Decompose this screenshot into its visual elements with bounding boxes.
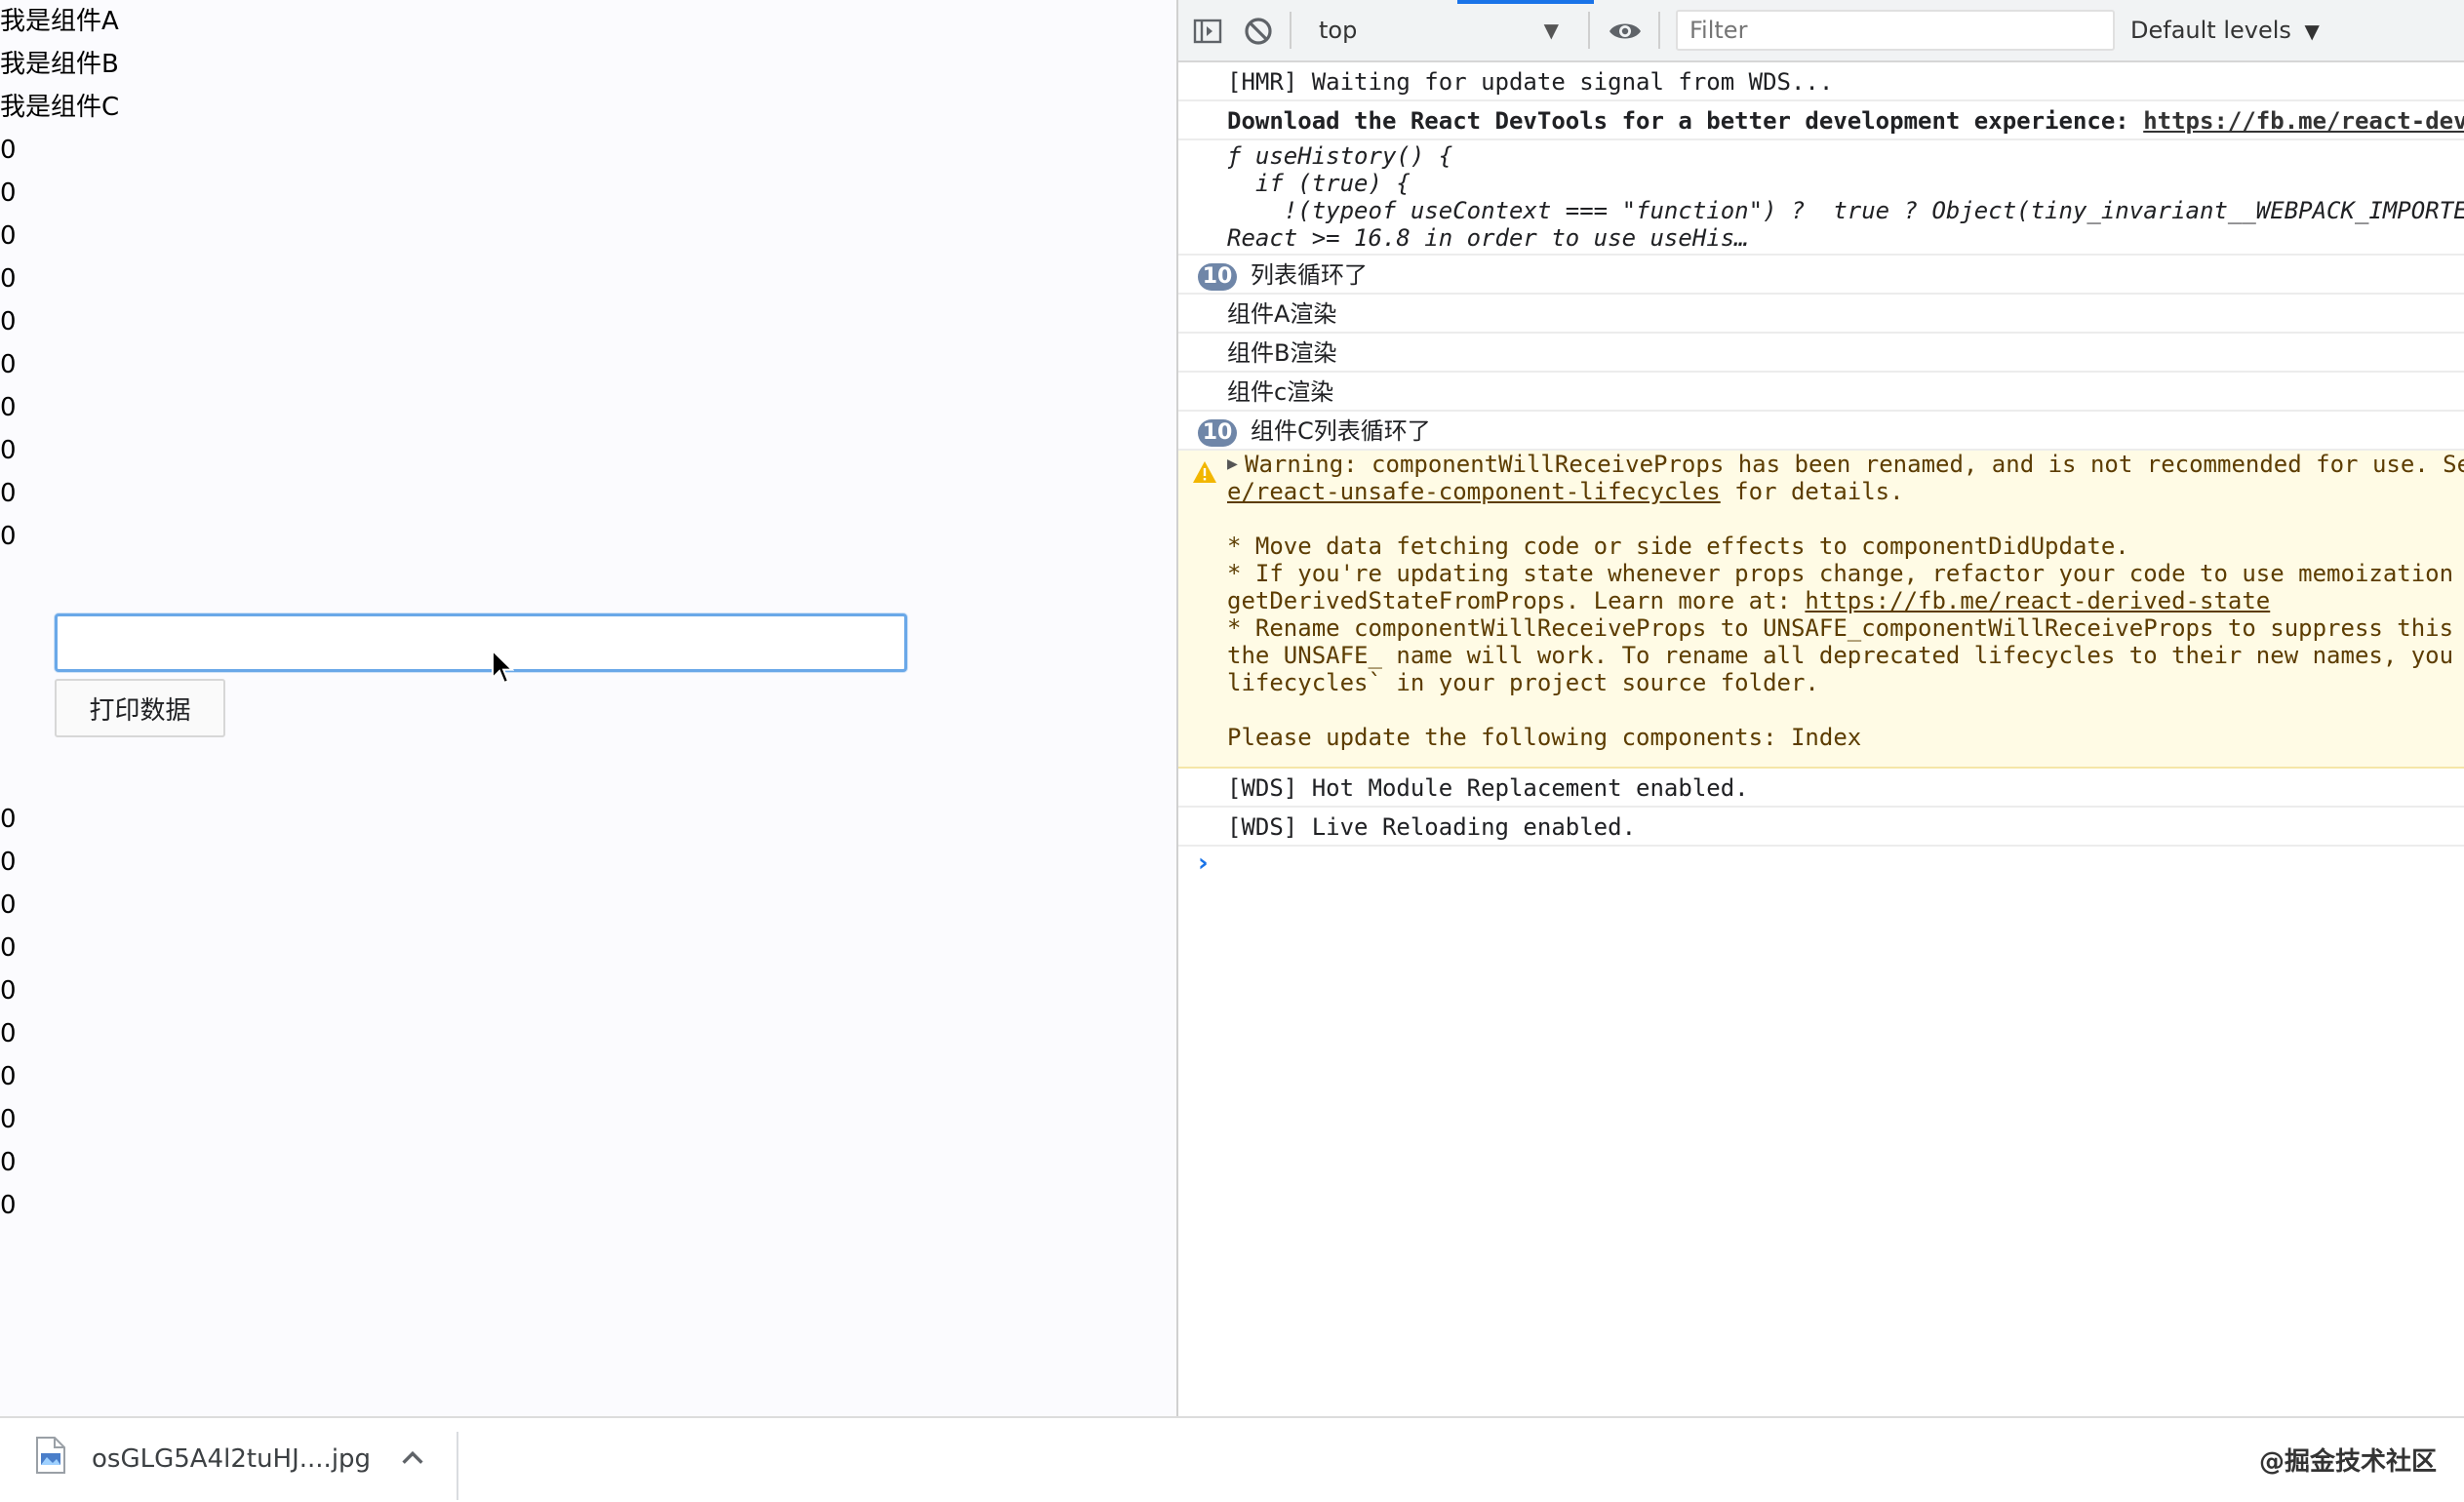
console-message: 组件c渲染 [1178,373,2464,412]
app-page: 我是组件A 我是组件B 我是组件C 0 0 0 0 0 0 0 0 0 0 打印… [0,0,1176,1416]
repeat-count-badge: 10 [1198,263,1237,291]
download-divider [457,1432,458,1500]
jpeg-file-icon[interactable] [35,1436,66,1475]
console-message: Download the React DevTools for a better… [1178,101,2464,140]
list-item: 0 [0,136,17,165]
download-bar: osGLG5A4l2tuHJ....jpg @掘金技术社区 [0,1416,2464,1502]
list-item: 0 [0,1105,17,1134]
dropdown-arrow-icon: ▼ [2304,20,2320,43]
mouse-cursor-icon [492,649,514,685]
list-item: 0 [0,976,17,1006]
list-item: 0 [0,1019,17,1048]
download-file-name[interactable]: osGLG5A4l2tuHJ....jpg [92,1440,371,1479]
text-input[interactable] [55,613,907,672]
context-select-value: top [1319,17,1358,44]
list-item: 0 [0,436,17,465]
filter-input[interactable] [1676,10,2115,51]
toolbar-divider [1290,12,1292,49]
console-output: [HMR] Waiting for update signal from WDS… [1178,62,2464,1416]
list-item: 0 [0,307,17,336]
list-item: 0 [0,1191,17,1220]
chevron-up-icon[interactable] [398,1443,427,1473]
console-prompt[interactable]: › [1198,849,1209,878]
console-message: [WDS] Hot Module Replacement enabled. [1178,769,2464,808]
console-toolbar: top ▼ Default levels ▼ [1178,0,2464,62]
log-levels-select[interactable]: Default levels ▼ [2130,8,2320,53]
component-a-text: 我是组件A [0,7,119,36]
context-select[interactable]: top ▼ [1303,8,1576,53]
lifecycles-doc-link[interactable]: e/react-unsafe-component-lifecycles [1227,478,1721,505]
warning-icon [1193,461,1216,483]
console-message: 10 组件C列表循环了 [1178,412,2464,451]
list-item: 0 [0,1062,17,1091]
list-item: 0 [0,933,17,963]
list-item: 0 [0,350,17,379]
sidebar-toggle-icon[interactable] [1192,16,1223,47]
list-item: 0 [0,264,17,294]
print-data-button[interactable]: 打印数据 [55,679,225,737]
list-item: 0 [0,522,17,551]
dropdown-arrow-icon: ▼ [1543,19,1559,42]
list-item: 0 [0,890,17,920]
list-item: 0 [0,848,17,877]
devtools-panel: top ▼ Default levels ▼ [HMR] Waiting for… [1176,0,2464,1416]
list-item: 0 [0,178,17,208]
eye-icon[interactable] [1608,16,1643,47]
console-message: 组件B渲染 [1178,334,2464,373]
repeat-count-badge: 10 [1198,419,1237,447]
list-item: 0 [0,479,17,508]
clear-console-icon[interactable] [1243,16,1274,47]
react-devtools-link[interactable]: https://fb.me/react-devtools [2143,107,2464,135]
list-item: 0 [0,393,17,422]
list-item: 0 [0,805,17,834]
expand-triangle-icon[interactable]: ▶ [1227,451,1238,478]
log-levels-label: Default levels [2130,17,2291,44]
watermark: @掘金技术社区 [2258,1447,2437,1477]
console-message: 10 列表循环了 [1178,256,2464,295]
list-item: 0 [0,221,17,251]
active-tab-indicator [1457,0,1594,4]
console-message: 组件A渲染 [1178,295,2464,334]
console-warning: ▶ Warning: componentWillReceiveProps has… [1178,451,2464,769]
derived-state-link[interactable]: https://fb.me/react-derived-state [1805,587,2270,614]
component-b-text: 我是组件B [0,50,119,79]
console-message: [HMR] Waiting for update signal from WDS… [1178,62,2464,101]
toolbar-divider [1658,12,1660,49]
toolbar-divider [1588,12,1590,49]
component-c-text: 我是组件C [0,93,120,122]
console-message: ƒ useHistory() { if (true) { !(typeof us… [1178,140,2464,256]
list-item: 0 [0,1148,17,1177]
console-message: [WDS] Live Reloading enabled. [1178,808,2464,847]
